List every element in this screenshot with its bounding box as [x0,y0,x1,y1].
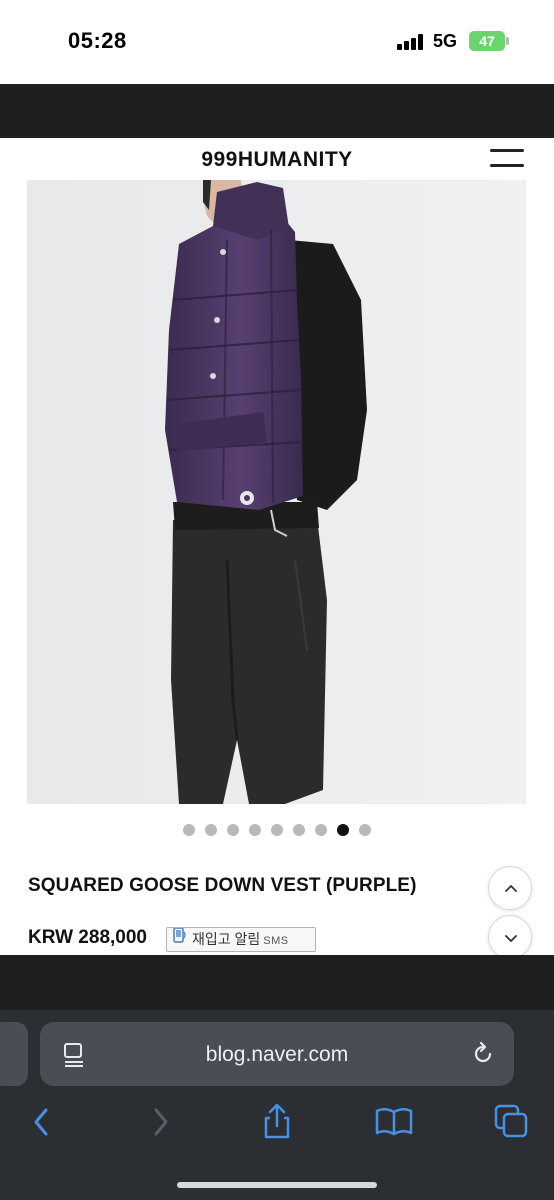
carousel-dot[interactable] [205,824,217,836]
share-icon[interactable] [257,1102,297,1142]
home-indicator[interactable] [177,1182,377,1188]
tabs-icon[interactable] [492,1102,532,1142]
carousel-dot[interactable] [293,824,305,836]
carousel-dot[interactable] [315,824,327,836]
battery-icon: 47 [469,31,505,51]
status-bar: 05:28 5G 47 [0,0,554,84]
hamburger-icon[interactable] [488,149,526,171]
carousel-dot[interactable] [271,824,283,836]
top-dark-band [0,84,554,138]
status-time: 05:28 [68,28,127,53]
product-title: SQUARED GOOSE DOWN VEST (PURPLE) [28,875,417,896]
chevron-down-icon [505,935,517,943]
restock-label: 재입고 알림 [192,931,261,947]
site-logo[interactable]: 999HUMANITY [0,148,554,172]
bottom-dark-band [0,955,554,1010]
product-image[interactable] [27,180,526,804]
carousel-dot[interactable] [227,824,239,836]
address-bar[interactable]: blog.naver.com [40,1022,514,1086]
product-price: KRW 288,000 [28,927,147,948]
bookmarks-icon[interactable] [374,1102,414,1142]
scroll-up-button[interactable] [488,866,532,910]
carousel-dot[interactable] [337,824,349,836]
battery-level: 47 [479,33,495,49]
network-label: 5G [433,31,458,51]
carousel-dots[interactable] [0,824,554,838]
carousel-dot[interactable] [249,824,261,836]
restock-sms-label: SMS [263,935,289,947]
chevron-up-icon [505,884,517,892]
previous-tab-edge[interactable] [0,1022,28,1086]
battery-cap [506,37,509,45]
scroll-down-button[interactable] [488,915,532,959]
phone-icon [173,928,187,950]
carousel-dot[interactable] [183,824,195,836]
carousel-dot[interactable] [359,824,371,836]
forward-icon[interactable] [142,1102,182,1142]
url-text[interactable]: blog.naver.com [40,1043,514,1067]
reload-icon[interactable] [470,1041,496,1072]
restock-alert-button[interactable]: 재입고 알림 SMS [166,927,316,952]
signal-icon [397,34,425,50]
site-header: 999HUMANITY [0,138,554,180]
back-icon[interactable] [24,1102,64,1142]
